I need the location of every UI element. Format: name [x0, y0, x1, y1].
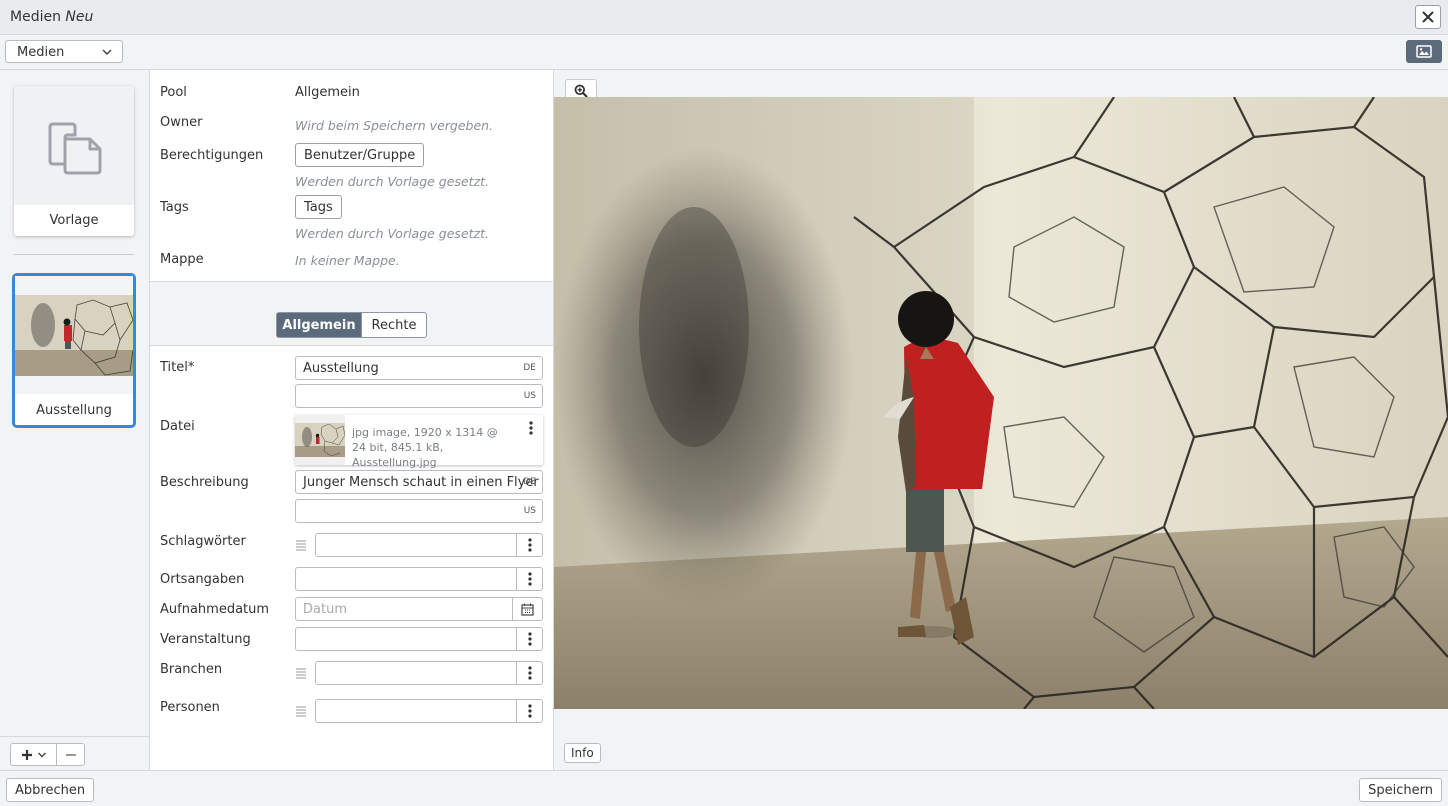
- folder-hint: In keiner Mappe.: [295, 253, 400, 268]
- tags-button[interactable]: Tags: [295, 195, 342, 219]
- sidebar-actions: [0, 736, 149, 770]
- description-label: Beschreibung: [160, 475, 249, 490]
- lang-us-badge: US: [523, 506, 536, 516]
- tab-bar: Allgemein Rechte: [150, 282, 553, 345]
- sidebar-divider: [14, 254, 134, 255]
- preview-photo: [554, 97, 1448, 709]
- type-select[interactable]: Medien: [5, 40, 123, 63]
- list-icon: [296, 668, 306, 679]
- add-button[interactable]: [10, 743, 57, 766]
- tab-general[interactable]: Allgemein: [276, 312, 362, 338]
- list-icon: [296, 706, 306, 717]
- persons-input[interactable]: [315, 699, 543, 723]
- cancel-button[interactable]: Abbrechen: [6, 778, 95, 802]
- media-card-selected[interactable]: Ausstellung: [12, 273, 136, 428]
- sidebar: Vorlage Ausstellung: [0, 70, 150, 770]
- info-button[interactable]: Info: [564, 743, 601, 763]
- persons-label: Personen: [160, 700, 220, 715]
- keywords-input[interactable]: [315, 533, 543, 557]
- date-placeholder: Datum: [303, 602, 347, 617]
- pool-label: Pool: [160, 85, 187, 100]
- folder-label: Mappe: [160, 252, 204, 267]
- title-de-value: Ausstellung: [303, 361, 379, 376]
- industries-menu[interactable]: [516, 662, 542, 684]
- kebab-menu-icon: [527, 538, 532, 552]
- title-de-input[interactable]: Ausstellung DE: [295, 356, 543, 380]
- owner-label: Owner: [160, 115, 203, 130]
- kebab-menu-icon: [527, 632, 532, 646]
- title-bar: Medien Neu: [0, 0, 1448, 35]
- chevron-down-icon: [37, 752, 46, 757]
- file-card[interactable]: jpg image, 1920 x 1314 @ 24 bit, 845.1 k…: [295, 415, 543, 469]
- save-button[interactable]: Speichern: [1359, 778, 1442, 802]
- list-icon: [296, 540, 306, 551]
- zoom-in-icon: [574, 84, 588, 98]
- kebab-menu-icon[interactable]: [529, 421, 533, 435]
- file-info: jpg image, 1920 x 1314 @ 24 bit, 845.1 k…: [352, 426, 498, 469]
- industries-input[interactable]: [315, 661, 543, 685]
- file-thumbnail: [295, 415, 345, 465]
- owner-hint: Wird beim Speichern vergeben.: [295, 118, 494, 133]
- calendar-icon: [521, 603, 534, 616]
- media-thumbnail: [15, 276, 133, 394]
- kebab-menu-icon: [527, 572, 532, 586]
- permissions-button[interactable]: Benutzer/Gruppe: [295, 143, 425, 167]
- description-us-input[interactable]: US: [295, 499, 543, 523]
- image-view-toggle[interactable]: [1406, 40, 1442, 63]
- lang-de-badge: DE: [523, 477, 536, 487]
- location-input[interactable]: [295, 567, 543, 591]
- lang-us-badge: US: [523, 391, 536, 401]
- metadata-form: Pool Allgemein Owner Wird beim Speichern…: [150, 70, 554, 770]
- description-de-input[interactable]: Junger Mensch schaut in einen Flyer DE: [295, 470, 543, 494]
- date-input[interactable]: Datum: [295, 597, 543, 621]
- media-thumbnail-photo: [15, 295, 133, 376]
- copy-document-icon: [48, 122, 102, 174]
- minus-icon: [65, 753, 76, 756]
- image-preview-pane: Info: [554, 70, 1448, 770]
- form-divider: [150, 345, 553, 346]
- toolbar: Medien: [0, 35, 1448, 70]
- permissions-hint: Werden durch Vorlage gesetzt.: [295, 174, 489, 189]
- plus-icon: [21, 749, 32, 760]
- description-de-value: Junger Mensch schaut in einen Flyer: [303, 475, 539, 490]
- close-button[interactable]: [1415, 5, 1441, 29]
- kebab-menu-icon: [527, 666, 532, 680]
- type-select-value: Medien: [17, 45, 65, 60]
- event-input[interactable]: [295, 627, 543, 651]
- file-label: Datei: [160, 419, 195, 434]
- title-us-input[interactable]: US: [295, 384, 543, 408]
- footer-bar: Abbrechen Speichern: [0, 770, 1448, 806]
- template-thumbnail: [14, 86, 134, 205]
- date-label: Aufnahmedatum: [160, 602, 270, 617]
- pool-value: Allgemein: [295, 85, 360, 100]
- file-thumbnail-photo: [295, 423, 345, 457]
- tab-rights[interactable]: Rechte: [361, 312, 427, 338]
- lang-de-badge: DE: [523, 363, 536, 373]
- keywords-menu[interactable]: [516, 534, 542, 556]
- media-label: Ausstellung: [36, 403, 112, 418]
- date-picker-button[interactable]: [512, 598, 542, 620]
- industries-label: Branchen: [160, 662, 223, 677]
- window-title: Medien Neu: [10, 9, 93, 25]
- location-menu[interactable]: [516, 568, 542, 590]
- event-label: Veranstaltung: [160, 632, 251, 647]
- permissions-label: Berechtigungen: [160, 148, 264, 163]
- tags-label: Tags: [160, 200, 189, 215]
- window-title-state: Neu: [65, 9, 94, 25]
- location-label: Ortsangaben: [160, 572, 245, 587]
- template-label: Vorlage: [49, 213, 99, 228]
- remove-button[interactable]: [56, 743, 85, 766]
- close-icon: [1422, 11, 1434, 23]
- kebab-menu-icon: [527, 704, 532, 718]
- chevron-down-icon: [102, 49, 112, 56]
- window-title-text: Medien: [10, 9, 61, 25]
- event-menu[interactable]: [516, 628, 542, 650]
- tags-hint: Werden durch Vorlage gesetzt.: [295, 226, 489, 241]
- template-card[interactable]: Vorlage: [14, 86, 134, 236]
- title-label: Titel*: [160, 360, 195, 375]
- keywords-label: Schlagwörter: [160, 534, 246, 549]
- persons-menu[interactable]: [516, 700, 542, 722]
- image-icon: [1416, 45, 1432, 58]
